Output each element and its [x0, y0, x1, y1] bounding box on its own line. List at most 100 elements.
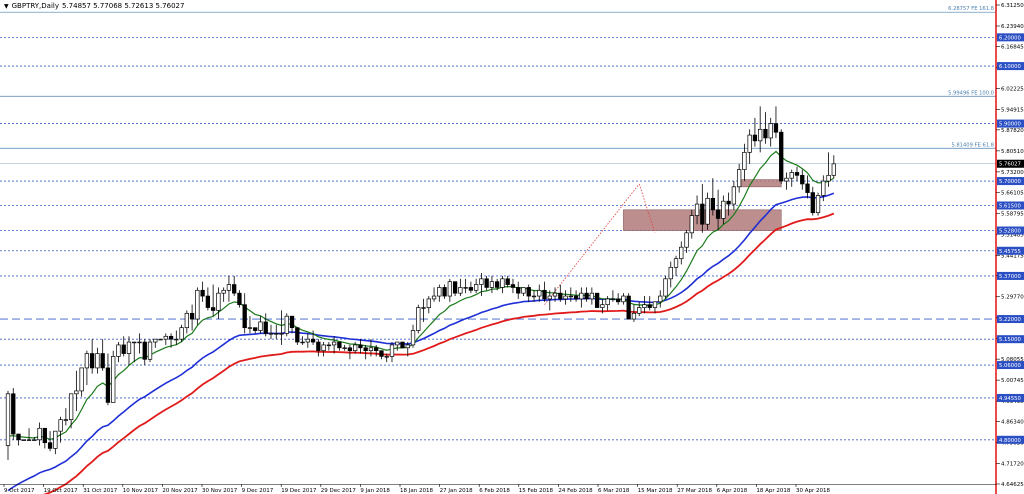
level-tag-label: 5.45755	[999, 249, 1021, 255]
candle-body	[752, 134, 758, 142]
y-tick-label: 4.64625	[1001, 482, 1024, 488]
candle-body	[684, 232, 689, 248]
projection-line	[544, 183, 640, 305]
x-tick-label: 29 Dec 2017	[321, 488, 357, 494]
x-tick-label: 9 Jan 2018	[360, 488, 390, 494]
candle-body	[200, 289, 205, 297]
candle-body	[610, 298, 616, 301]
y-tick-label: 5.00745	[1001, 378, 1024, 384]
candle-body	[484, 278, 489, 288]
y-tick-label: 4.86340	[1001, 420, 1024, 426]
candle-body	[773, 123, 779, 133]
candle-body	[331, 341, 337, 346]
candle-body	[800, 174, 805, 185]
candle-body	[132, 341, 137, 344]
y-tick-label: 5.73200	[1001, 170, 1024, 176]
y-tick-label: 5.87820	[1001, 128, 1024, 134]
candle-body	[226, 284, 232, 291]
candle-body	[368, 347, 374, 352]
ma-slow-line	[43, 212, 835, 494]
candle-body	[147, 341, 153, 360]
candle-body	[552, 292, 558, 297]
candle-body	[295, 327, 300, 343]
candle-body	[652, 301, 658, 308]
y-tick-label: 6.02225	[1001, 86, 1024, 92]
candle-body	[363, 347, 368, 352]
candle-body	[126, 341, 132, 354]
level-tag-label: 5.90000	[999, 122, 1022, 128]
ma-fast-line	[7, 150, 835, 441]
level-tag-label: 5.06000	[999, 363, 1022, 369]
fib-label: 6.28757 FE 161.8	[948, 6, 994, 12]
candle-body	[663, 278, 668, 297]
candle-body	[268, 333, 274, 335]
x-tick-label: 30 Apr 2018	[796, 488, 831, 494]
candle-body	[389, 344, 395, 357]
candle-body	[247, 327, 253, 329]
candle-body	[374, 347, 379, 352]
candle-body	[395, 341, 400, 346]
candle-body	[768, 123, 773, 139]
candle-body	[500, 278, 505, 288]
candle-body	[447, 281, 452, 297]
triangle-down-icon[interactable]: ▼	[4, 3, 9, 10]
candle-body	[347, 347, 353, 352]
candle-body	[111, 356, 116, 403]
candle-body	[195, 289, 200, 320]
candle-body	[679, 246, 684, 260]
candle-body	[400, 341, 405, 349]
candle-body	[505, 278, 510, 285]
candle-body	[715, 209, 721, 219]
candle-body	[68, 393, 74, 421]
candle-body	[216, 292, 221, 311]
candle-body	[421, 307, 426, 309]
candle-body	[689, 215, 694, 234]
candle-body	[105, 367, 111, 403]
candle-body	[300, 341, 305, 344]
x-tick-label: 24 Feb 2018	[558, 488, 593, 494]
candle-body	[794, 172, 800, 176]
candle-body	[232, 284, 237, 294]
candle-body	[705, 197, 710, 225]
candle-body	[42, 427, 47, 444]
candle-body	[694, 203, 700, 216]
fibonacci-levels: 6.28757 FE 161.8 5.99496 FE 100.0 5.81409 …	[0, 6, 996, 165]
x-tick-label: 31 Oct 2017	[83, 488, 118, 494]
candle-body	[568, 295, 573, 298]
fib-label: 5.99496 FE 100.0	[948, 90, 994, 96]
candle-body	[210, 307, 216, 311]
candle-body	[74, 390, 79, 395]
price-chart[interactable]: 6.28757 FE 161.8 5.99496 FE 100.0 5.81409 …	[0, 0, 1024, 494]
candle-body	[642, 304, 647, 308]
candle-body	[100, 353, 105, 369]
y-tick-label: 5.80510	[1001, 149, 1024, 155]
ma-mid-line	[7, 192, 835, 492]
candle-body	[547, 295, 552, 300]
candle-body	[274, 333, 279, 335]
y-tick-label: 4.71720	[1001, 462, 1024, 468]
candle-body	[805, 183, 810, 193]
candle-body	[526, 287, 531, 297]
candle-body	[736, 169, 742, 188]
x-tick-label: 27 Jan 2018	[440, 488, 473, 494]
candle-body	[831, 163, 836, 176]
x-tick-label: 6 Apr 2018	[717, 488, 748, 494]
candle-body	[37, 427, 42, 441]
candle-body	[626, 295, 631, 320]
y-tick-label: 5.29770	[1001, 295, 1024, 301]
price-axis: 6.312506.239406.168456.095356.022255.949…	[996, 3, 1024, 488]
candle-body	[289, 315, 295, 329]
candle-body	[821, 180, 826, 196]
x-tick-label: 9 Oct 2017	[4, 488, 35, 494]
x-tick-label: 19 Oct 2017	[44, 488, 79, 494]
y-tick-label: 6.16845	[1001, 44, 1024, 50]
level-tag-label: 6.10000	[999, 64, 1022, 70]
candle-body	[815, 195, 821, 214]
candle-body	[516, 287, 521, 294]
candle-body	[721, 200, 726, 219]
candle-body	[337, 341, 342, 349]
candle-body	[284, 315, 289, 334]
candle-body	[600, 304, 605, 308]
x-tick-label: 6 Mar 2018	[598, 488, 630, 494]
candle-body	[605, 298, 610, 306]
